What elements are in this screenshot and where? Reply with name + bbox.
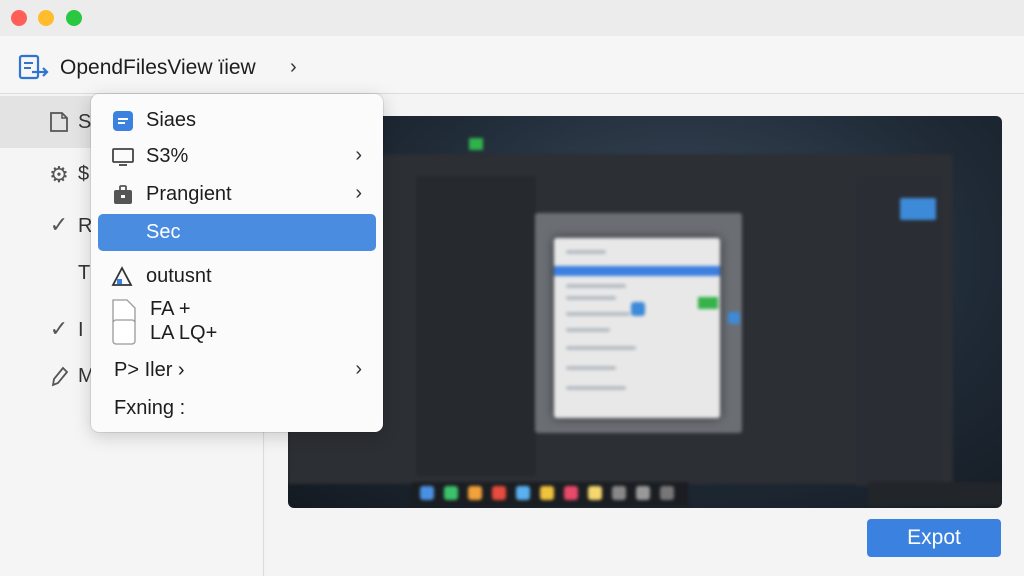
menu-item-siaes[interactable]: Siaes [98,102,376,138]
toolbar: OpendFilesView ïiew › [0,36,1024,94]
menu-item-label: S3% [146,145,189,167]
zoom-window-button[interactable] [66,10,82,26]
menu-item-outusnt[interactable]: outusnt [98,258,376,294]
menu-item-label: FA + [150,298,191,320]
menu-item-label: Sec [146,221,181,243]
minimize-window-button[interactable] [38,10,54,26]
chevron-right-icon: › [355,182,362,204]
monitor-icon [110,145,136,169]
menu-item-sec[interactable]: Sec [98,214,376,251]
open-file-icon [18,54,49,80]
chevron-right-icon: › [355,144,362,166]
menu-item-s3[interactable]: S3% › [98,138,376,174]
close-window-button[interactable] [11,10,27,26]
menu-item-label: LA LQ+ [150,322,218,344]
chevron-right-icon: › [355,358,362,380]
menu-item-piler[interactable]: P> Iler › › [98,352,376,388]
checkmark-icon: ✓ [49,316,69,341]
screenshot-preview [288,116,1002,508]
gear-icon: ⚙ [49,162,69,187]
stacked-pages-icon [110,298,138,346]
briefcase-icon [110,183,136,207]
document-icon [46,109,72,135]
sidebar-item-label: $ [78,163,90,185]
context-menu: Siaes S3% › Prangient › Sec outusnt FA +… [91,94,383,432]
export-button[interactable]: Expot [867,519,1001,557]
menu-item-label: Siaes [146,109,197,131]
menu-item-fxning[interactable]: Fxning : [98,390,376,426]
menu-item-prangient[interactable]: Prangient › [98,176,376,212]
menu-item-label: Prangient [146,183,232,205]
menu-item-stacked[interactable]: FA + LA LQ+ [98,294,376,350]
menu-item-label: Fxning : [114,397,186,419]
list-icon [110,109,136,133]
menu-item-label: outusnt [146,265,212,287]
window-title: OpendFilesView ïiew [60,56,256,79]
title-chevron-icon[interactable]: › [290,56,297,79]
sidebar-item-label: S [78,111,92,133]
warning-icon [110,265,136,289]
pen-icon [46,363,72,389]
sidebar-item-label: I [78,319,84,341]
window-titlebar [0,0,1024,36]
menu-item-label: P> Iler › [114,359,185,381]
checkmark-icon: ✓ [49,212,69,237]
